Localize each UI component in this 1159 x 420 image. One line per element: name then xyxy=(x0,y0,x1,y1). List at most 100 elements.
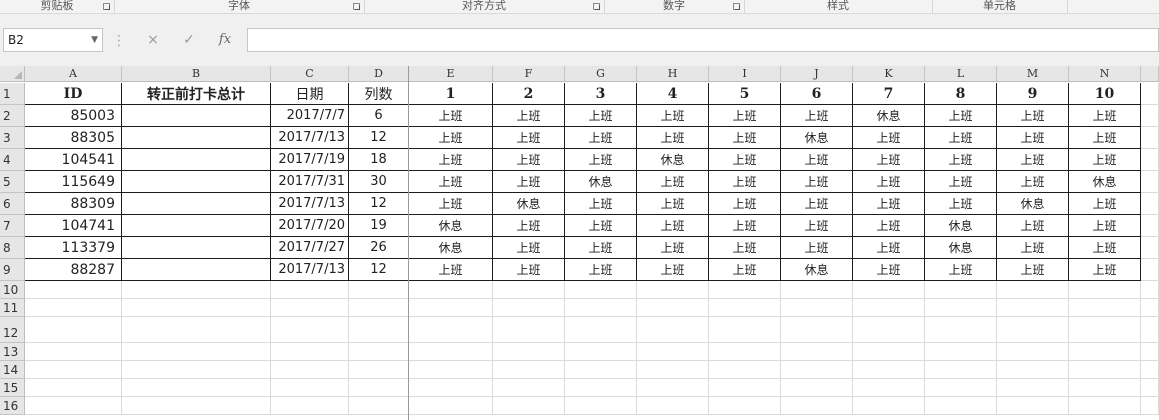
empty-cell[interactable] xyxy=(853,361,925,379)
empty-cell[interactable] xyxy=(349,379,409,397)
empty-cell[interactable] xyxy=(409,379,493,397)
shift-cell[interactable]: 休息 xyxy=(781,259,853,281)
id-cell[interactable]: 104741 xyxy=(25,215,122,237)
row-header-8[interactable]: 8 xyxy=(0,237,25,259)
shift-cell[interactable]: 休息 xyxy=(781,127,853,149)
empty-cell[interactable] xyxy=(997,379,1069,397)
header-cell-j[interactable]: 6 xyxy=(781,83,853,105)
empty-cell[interactable] xyxy=(1069,397,1141,415)
empty-cell[interactable] xyxy=(25,281,122,299)
empty-cell[interactable] xyxy=(997,397,1069,415)
empty-cell[interactable] xyxy=(122,317,271,343)
empty-cell[interactable] xyxy=(1141,149,1159,171)
shift-cell[interactable]: 上班 xyxy=(1069,105,1141,127)
empty-cell[interactable] xyxy=(997,361,1069,379)
empty-cell[interactable] xyxy=(1141,343,1159,361)
formula-bar-grip-icon[interactable]: ⋮ xyxy=(112,32,126,52)
shift-cell[interactable]: 上班 xyxy=(565,237,637,259)
column-header-j[interactable]: J xyxy=(781,66,853,82)
header-cell-h[interactable]: 4 xyxy=(637,83,709,105)
empty-cell[interactable] xyxy=(565,361,637,379)
empty-cell[interactable] xyxy=(409,361,493,379)
empty-cell[interactable] xyxy=(925,379,997,397)
row-header-9[interactable]: 9 xyxy=(0,259,25,281)
shift-cell[interactable]: 上班 xyxy=(409,149,493,171)
shift-cell[interactable]: 上班 xyxy=(493,259,565,281)
empty-cell[interactable] xyxy=(493,299,565,317)
header-cell-l[interactable]: 8 xyxy=(925,83,997,105)
empty-cell[interactable] xyxy=(122,397,271,415)
row-header-5[interactable]: 5 xyxy=(0,171,25,193)
total-cell[interactable] xyxy=(122,259,271,281)
shift-cell[interactable]: 上班 xyxy=(409,259,493,281)
empty-cell[interactable] xyxy=(271,397,349,415)
dialog-launcher-icon[interactable] xyxy=(593,3,600,10)
empty-cell[interactable] xyxy=(565,317,637,343)
empty-cell[interactable] xyxy=(997,317,1069,343)
shift-cell[interactable]: 上班 xyxy=(565,149,637,171)
header-cell-b[interactable]: 转正前打卡总计 xyxy=(122,83,271,105)
empty-cell[interactable] xyxy=(997,281,1069,299)
empty-cell[interactable] xyxy=(493,379,565,397)
formula-input[interactable] xyxy=(247,28,1159,52)
shift-cell[interactable]: 休息 xyxy=(853,105,925,127)
shift-cell[interactable]: 上班 xyxy=(565,193,637,215)
empty-cell[interactable] xyxy=(409,281,493,299)
header-cell-i[interactable]: 5 xyxy=(709,83,781,105)
shift-cell[interactable]: 上班 xyxy=(493,149,565,171)
empty-cell[interactable] xyxy=(1141,127,1159,149)
empty-cell[interactable] xyxy=(271,317,349,343)
empty-cell[interactable] xyxy=(25,299,122,317)
empty-cell[interactable] xyxy=(25,343,122,361)
empty-cell[interactable] xyxy=(637,397,709,415)
header-cell-n[interactable]: 10 xyxy=(1069,83,1141,105)
empty-cell[interactable] xyxy=(1069,361,1141,379)
count-cell[interactable]: 30 xyxy=(349,171,409,193)
dialog-launcher-icon[interactable] xyxy=(353,3,360,10)
shift-cell[interactable]: 上班 xyxy=(925,127,997,149)
shift-cell[interactable]: 上班 xyxy=(781,215,853,237)
shift-cell[interactable]: 上班 xyxy=(781,171,853,193)
column-header-h[interactable]: H xyxy=(637,66,709,82)
shift-cell[interactable]: 休息 xyxy=(409,237,493,259)
shift-cell[interactable]: 上班 xyxy=(1069,193,1141,215)
shift-cell[interactable]: 上班 xyxy=(853,149,925,171)
empty-cell[interactable] xyxy=(781,343,853,361)
empty-cell[interactable] xyxy=(853,299,925,317)
empty-cell[interactable] xyxy=(122,361,271,379)
date-cell[interactable]: 2017/7/31 xyxy=(271,171,349,193)
empty-cell[interactable] xyxy=(781,281,853,299)
empty-cell[interactable] xyxy=(1141,299,1159,317)
empty-cell[interactable] xyxy=(853,343,925,361)
row-header-7[interactable]: 7 xyxy=(0,215,25,237)
count-cell[interactable]: 12 xyxy=(349,193,409,215)
shift-cell[interactable]: 休息 xyxy=(997,193,1069,215)
shift-cell[interactable]: 上班 xyxy=(781,193,853,215)
total-cell[interactable] xyxy=(122,127,271,149)
count-cell[interactable]: 19 xyxy=(349,215,409,237)
shift-cell[interactable]: 上班 xyxy=(409,171,493,193)
id-cell[interactable]: 88305 xyxy=(25,127,122,149)
shift-cell[interactable]: 上班 xyxy=(925,193,997,215)
column-header-partial[interactable] xyxy=(1141,66,1159,82)
empty-cell[interactable] xyxy=(637,343,709,361)
empty-cell[interactable] xyxy=(637,317,709,343)
shift-cell[interactable]: 上班 xyxy=(637,259,709,281)
column-header-d[interactable]: D xyxy=(349,66,409,82)
empty-cell[interactable] xyxy=(853,317,925,343)
shift-cell[interactable]: 上班 xyxy=(709,127,781,149)
empty-cell[interactable] xyxy=(709,317,781,343)
total-cell[interactable] xyxy=(122,171,271,193)
empty-cell[interactable] xyxy=(25,317,122,343)
shift-cell[interactable]: 休息 xyxy=(925,215,997,237)
shift-cell[interactable]: 上班 xyxy=(637,105,709,127)
empty-cell[interactable] xyxy=(637,379,709,397)
date-cell[interactable]: 2017/7/27 xyxy=(271,237,349,259)
empty-cell[interactable] xyxy=(1141,397,1159,415)
header-cell-c[interactable]: 日期 xyxy=(271,83,349,105)
shift-cell[interactable]: 上班 xyxy=(493,105,565,127)
empty-cell[interactable] xyxy=(1141,193,1159,215)
empty-cell[interactable] xyxy=(493,397,565,415)
shift-cell[interactable]: 上班 xyxy=(925,171,997,193)
empty-cell[interactable] xyxy=(1141,237,1159,259)
